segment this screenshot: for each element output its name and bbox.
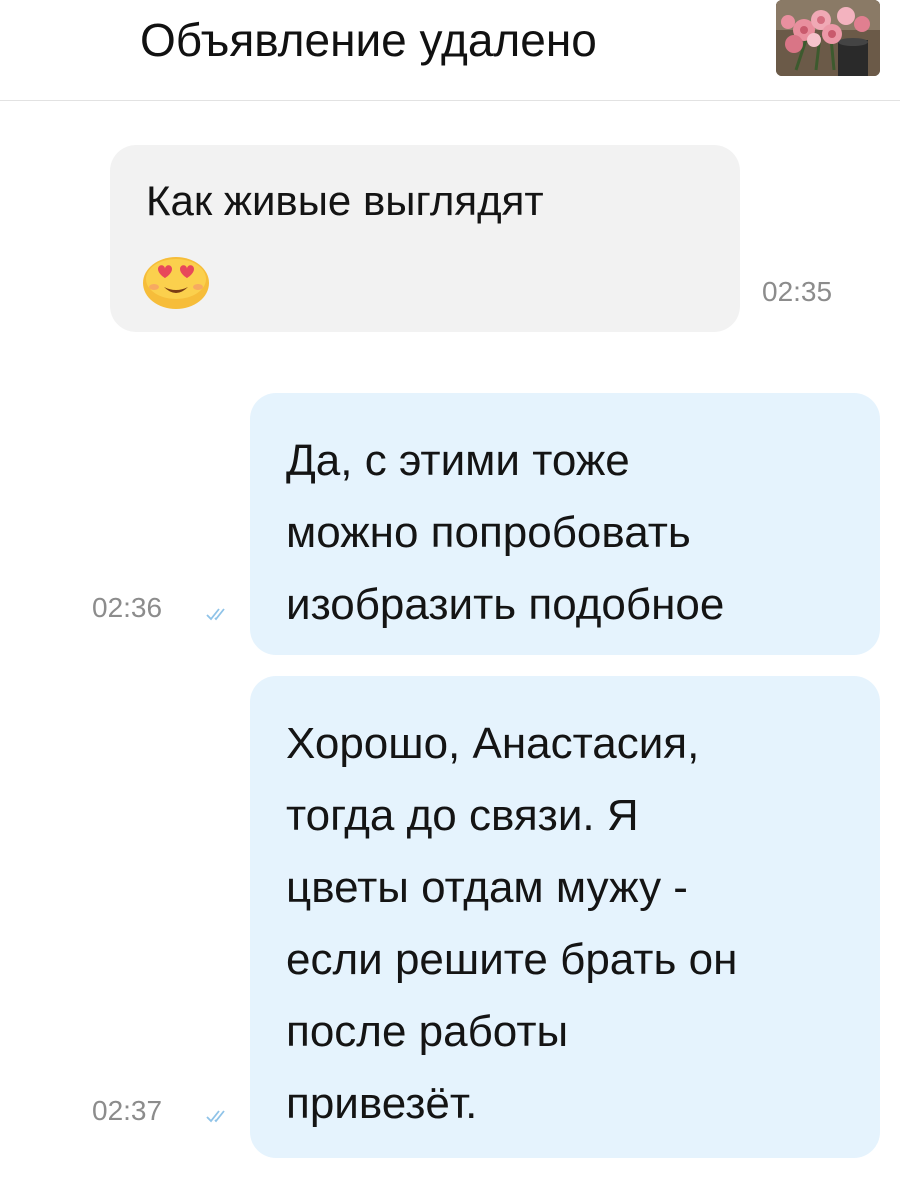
message-text: Хорошо, Анастасия, тогда до связи. Я цве…	[286, 719, 738, 1128]
message-timestamp: 02:35	[762, 276, 833, 307]
listing-thumbnail[interactable]	[776, 0, 880, 76]
message-text: Да, с этими тоже можно попробовать изобр…	[286, 436, 725, 629]
message-bubble-outgoing[interactable]: Да, с этими тоже можно попробовать изобр…	[250, 393, 880, 655]
message-bubble-outgoing[interactable]: Хорошо, Анастасия, тогда до связи. Я цве…	[250, 676, 880, 1158]
double-check-read-icon	[206, 608, 225, 621]
message-text: Как живые выглядят	[146, 177, 544, 224]
double-check-read-icon	[206, 1110, 225, 1123]
flowers-photo-icon	[776, 0, 880, 76]
message-timestamp: 02:36	[92, 592, 163, 623]
heart-eyes-emoji-icon	[143, 257, 209, 309]
message-timestamp: 02:37	[92, 1095, 163, 1126]
message-bubble-incoming[interactable]: Как живые выглядят	[110, 145, 740, 332]
listing-status-title: Объявление удалено	[140, 14, 597, 66]
chat-header: Объявление удалено	[0, 0, 900, 101]
